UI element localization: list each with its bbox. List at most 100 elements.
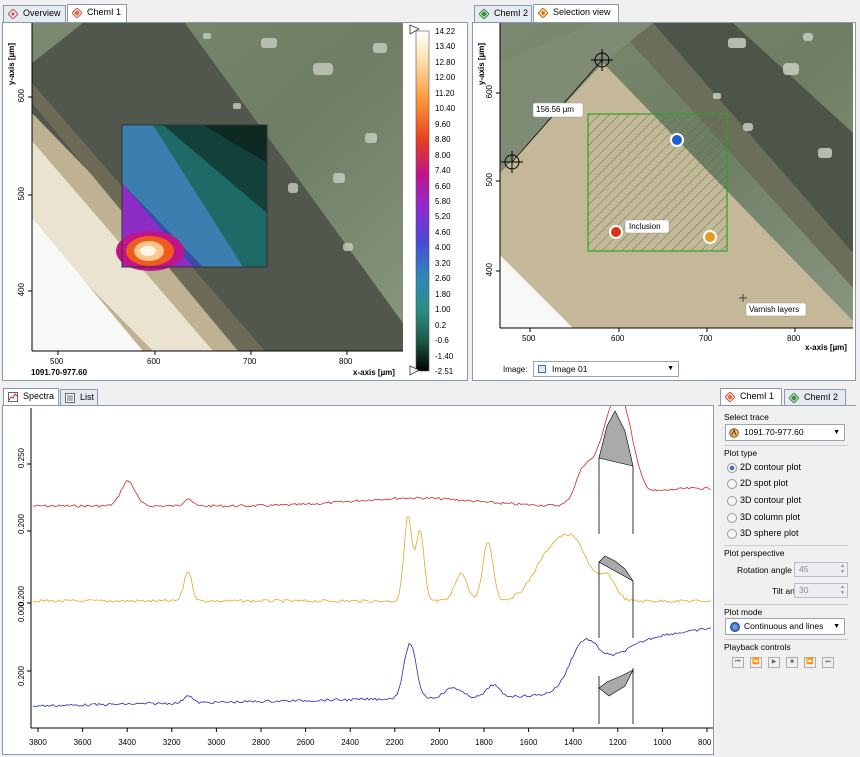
right-x-tick: 500 [522,334,536,343]
red-marker[interactable] [609,225,623,239]
x-tick-label: 2400 [341,738,359,747]
chevron-down-icon: ▼ [833,623,840,630]
tab-spectra[interactable]: Spectra [3,388,59,406]
last-frame-button[interactable]: ⏭ [822,657,834,668]
tilt-angle-input[interactable]: 30 ▲ ▼ [794,583,848,598]
tab-chemi-1-label: ChemI 1 [87,7,122,17]
image-icon [538,365,546,373]
spectra-y-tick: 0.250 [17,448,26,469]
colorbar-tick: 11.20 [435,88,455,98]
colorbar-tick: 5.20 [435,212,451,222]
right-x-tick: 600 [611,334,625,343]
play-button[interactable]: ▶ [768,657,780,668]
tab-selection-view[interactable]: Selection view [533,4,619,22]
left-plot-frame: y-axis [µm] 600 500 400 500 600 700 800 … [2,22,468,381]
radio-2d-contour-plot[interactable]: 2D contour plot [727,460,801,474]
plot-type-group: 2D contour plot 2D spot plot 3D contour … [727,460,851,542]
trace-select[interactable]: 1091.70-977.60 ▼ [725,424,845,441]
colorbar-tick: 3.20 [435,258,451,268]
plot-perspective-label: Plot perspective [724,548,785,558]
colorbar-tick: 4.60 [435,227,451,237]
plot-mode-select[interactable]: Continuous and lines ▼ [725,618,845,635]
rotation-angle-value: 45 [799,564,809,574]
microscope-image-right[interactable] [473,23,857,353]
right-y-axis-label: y-axis [µm] [477,43,486,85]
tab-chemi-2[interactable]: ChemI 2 [474,5,532,22]
fast-forward-button[interactable]: ⏩ [804,657,816,668]
orange-marker[interactable] [703,230,717,244]
x-tick-label: 1800 [475,738,493,747]
left-x-tick: 700 [243,357,257,366]
x-tick-label: 1400 [564,738,582,747]
first-frame-button[interactable]: ⏮ [732,657,744,668]
x-tick-label: 800 [698,738,712,747]
x-tick-label: 2200 [385,738,404,747]
spectra-chart[interactable] [3,406,715,756]
rotation-angle-input[interactable]: 45 ▲ ▼ [794,562,848,577]
colorbar-tick: -0.6 [435,336,449,346]
left-x-axis-label: x-axis [µm] [353,368,395,377]
trace-select-value: 1091.70-977.60 [744,427,804,437]
integration-area-yellow [598,555,634,582]
colorbar-tick: 4.00 [435,243,451,253]
image-select-value: Image 01 [552,364,588,374]
select-trace-label: Select trace [724,412,769,422]
spinner-arrows-icon[interactable]: ▲ ▼ [840,584,845,596]
tilt-angle-value: 30 [799,585,809,595]
colorbar-tick: 7.40 [435,166,451,176]
stop-button[interactable]: ■ [786,657,798,668]
spinner-arrows-icon[interactable]: ▲ ▼ [840,563,845,575]
tab-chemi-1[interactable]: ChemI 1 [67,4,127,22]
tab-overview[interactable]: Overview [3,5,66,22]
chart-icon [8,392,18,402]
image-select-label: Image: [503,365,528,374]
image-select[interactable]: Image 01 ▼ [533,361,679,377]
selection-view-icon [538,8,548,18]
chemi-icon [72,8,82,18]
x-tick-label: 3800 [29,738,47,747]
left-x-tick: 800 [339,357,353,366]
trace-icon [729,428,739,438]
tab-list[interactable]: List [60,389,98,406]
varnish-layers-label: Varnish layers [749,305,800,314]
colorbar-tick: 5.80 [435,197,451,206]
right-x-axis-label: x-axis [µm] [805,343,847,352]
tab-spectra-label: Spectra [23,391,55,401]
radio-3d-column-plot[interactable]: 3D column plot [727,510,800,524]
spectra-y-tick: 0.200 [17,666,26,687]
spectra-plot-frame: 3800 3600 3400 3200 3000 2800 2600 2400 2200 2000… [2,405,714,755]
x-tick-label: 3000 [207,738,226,747]
integration-area-red [598,410,634,467]
mode-icon [730,622,740,632]
blue-marker[interactable] [670,133,684,147]
radio-3d-sphere-plot[interactable]: 3D sphere plot [727,526,799,540]
colorbar-tick: 10.40 [435,104,456,114]
colorbar-tick: 14.22 [435,27,456,36]
spectra-y-tick: 0.000 [17,602,26,623]
rotation-angle-label: Rotation angle [737,565,792,575]
right-x-tick: 800 [787,334,801,343]
left-y-axis-label: y-axis [µm] [7,43,16,85]
radio-2d-spot-plot[interactable]: 2D spot plot [727,476,788,490]
tab-side-chemi-1[interactable]: ChemI 1 [720,388,782,406]
rewind-button[interactable]: ⏪ [750,657,762,668]
colorbar-tick: 1.00 [435,305,451,315]
colorbar-tick: -2.51 [435,367,454,376]
x-tick-label: 1000 [653,738,672,747]
left-y-tick: 400 [17,283,26,297]
tab-chemi-2-label: ChemI 2 [494,8,529,18]
x-tick-label: 3400 [118,738,136,747]
colorbar-tick: 12.00 [435,73,456,83]
chemi-icon [725,392,735,402]
tab-side-chemi-2[interactable]: ChemI 2 [784,389,846,406]
colorbar-tick: 2.60 [435,274,451,284]
radio-3d-contour-plot[interactable]: 3D contour plot [727,493,801,507]
chemical-map-overlay [116,124,268,271]
left-image-pane: Overview ChemI 1 y-axis [µm] 600 500 400… [0,0,470,383]
x-tick-label: 3600 [73,738,92,747]
microscope-image-left[interactable] [3,23,469,382]
x-tick-label: 3200 [162,738,181,747]
plot-type-label: Plot type [724,448,758,458]
right-image-pane: ChemI 2 Selection view 156.56 µm Inclusi… [471,0,860,383]
spectra-y-tick: 0.200 [17,514,26,535]
